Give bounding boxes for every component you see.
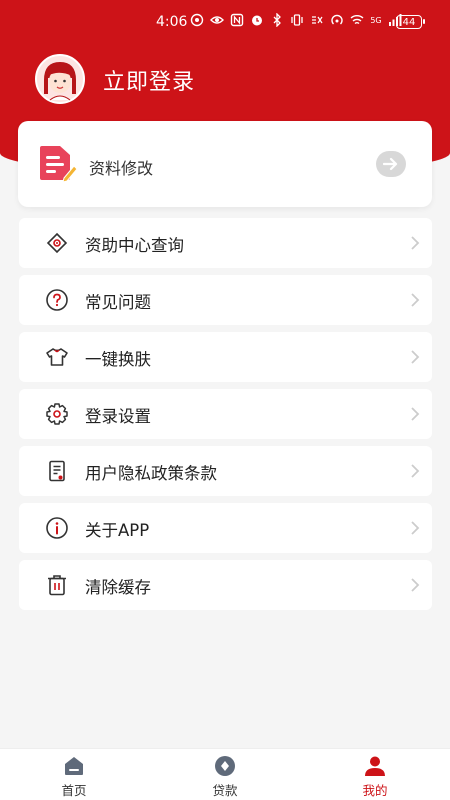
- bluetooth-icon: [273, 13, 281, 27]
- avatar[interactable]: [30, 54, 90, 104]
- tab-label: 我的: [362, 783, 388, 798]
- menu-item-about[interactable]: 关于APP: [19, 503, 432, 553]
- info-icon: [46, 517, 68, 539]
- menu-item-funding-query[interactable]: 资助中心查询: [19, 218, 432, 268]
- menu-label: 关于APP: [85, 521, 150, 540]
- chevron-right-icon: [411, 236, 420, 250]
- battery-level: 44: [402, 16, 416, 28]
- chevron-right-icon: [411, 407, 420, 421]
- arrow-right-icon: [376, 151, 406, 177]
- document-icon: [49, 460, 65, 482]
- eye-icon: [210, 16, 224, 24]
- profile-edit-label: 资料修改: [89, 159, 154, 178]
- chevron-right-icon: [411, 464, 420, 478]
- alarm-icon: [252, 15, 262, 26]
- vibrate-icon: [291, 14, 303, 26]
- tab-home[interactable]: 首页: [34, 749, 114, 800]
- menu-label: 清除缓存: [85, 578, 151, 597]
- tab-label: 首页: [61, 783, 87, 798]
- user-icon: [365, 756, 385, 776]
- menu-label: 资助中心查询: [85, 236, 184, 255]
- tab-mine[interactable]: 我的: [335, 749, 415, 800]
- chevron-right-icon: [411, 521, 420, 535]
- menu-label: 登录设置: [85, 407, 151, 426]
- battery-indicator: 44: [396, 15, 425, 29]
- bottom-tab-bar: 首页 贷款 我的: [0, 748, 450, 800]
- coin-icon: [215, 756, 235, 776]
- profile-edit-icon: [40, 146, 78, 182]
- diamond-eye-icon: [46, 232, 68, 254]
- menu-item-clear-cache[interactable]: 清除缓存: [19, 560, 432, 610]
- shirt-icon: [46, 348, 68, 366]
- tab-label: 贷款: [212, 783, 238, 798]
- chevron-right-icon: [411, 578, 420, 592]
- menu-label: 用户隐私政策条款: [85, 464, 217, 483]
- app-notification-icon: [190, 13, 204, 27]
- wifi-icon: [350, 15, 364, 25]
- chevron-right-icon: [411, 350, 420, 364]
- menu-label: 常见问题: [85, 293, 151, 312]
- login-link[interactable]: 立即登录: [103, 64, 195, 96]
- status-icons: 5G: [190, 13, 402, 27]
- gear-icon: [46, 403, 68, 425]
- settings-menu: 资助中心查询 常见问题 一键换肤 登录设置 用户隐私政策条款 关于APP 清除缓…: [19, 218, 432, 617]
- hotspot-icon: [331, 14, 343, 25]
- question-icon: [46, 289, 68, 311]
- data-speed-icon: [312, 16, 323, 24]
- network-type-label: 5G: [370, 15, 382, 25]
- menu-item-privacy-policy[interactable]: 用户隐私政策条款: [19, 446, 432, 496]
- home-icon: [65, 757, 83, 775]
- profile-edit-card[interactable]: 资料修改: [18, 121, 432, 207]
- menu-label: 一键换肤: [85, 350, 151, 369]
- nfc-icon: [230, 13, 244, 27]
- menu-item-skin[interactable]: 一键换肤: [19, 332, 432, 382]
- menu-item-faq[interactable]: 常见问题: [19, 275, 432, 325]
- menu-item-login-settings[interactable]: 登录设置: [19, 389, 432, 439]
- chevron-right-icon: [411, 293, 420, 307]
- status-time: 4:06: [156, 14, 188, 30]
- tab-loan[interactable]: 贷款: [185, 749, 265, 800]
- status-bar: 4:06 5G 44: [0, 0, 450, 44]
- trash-icon: [48, 575, 66, 596]
